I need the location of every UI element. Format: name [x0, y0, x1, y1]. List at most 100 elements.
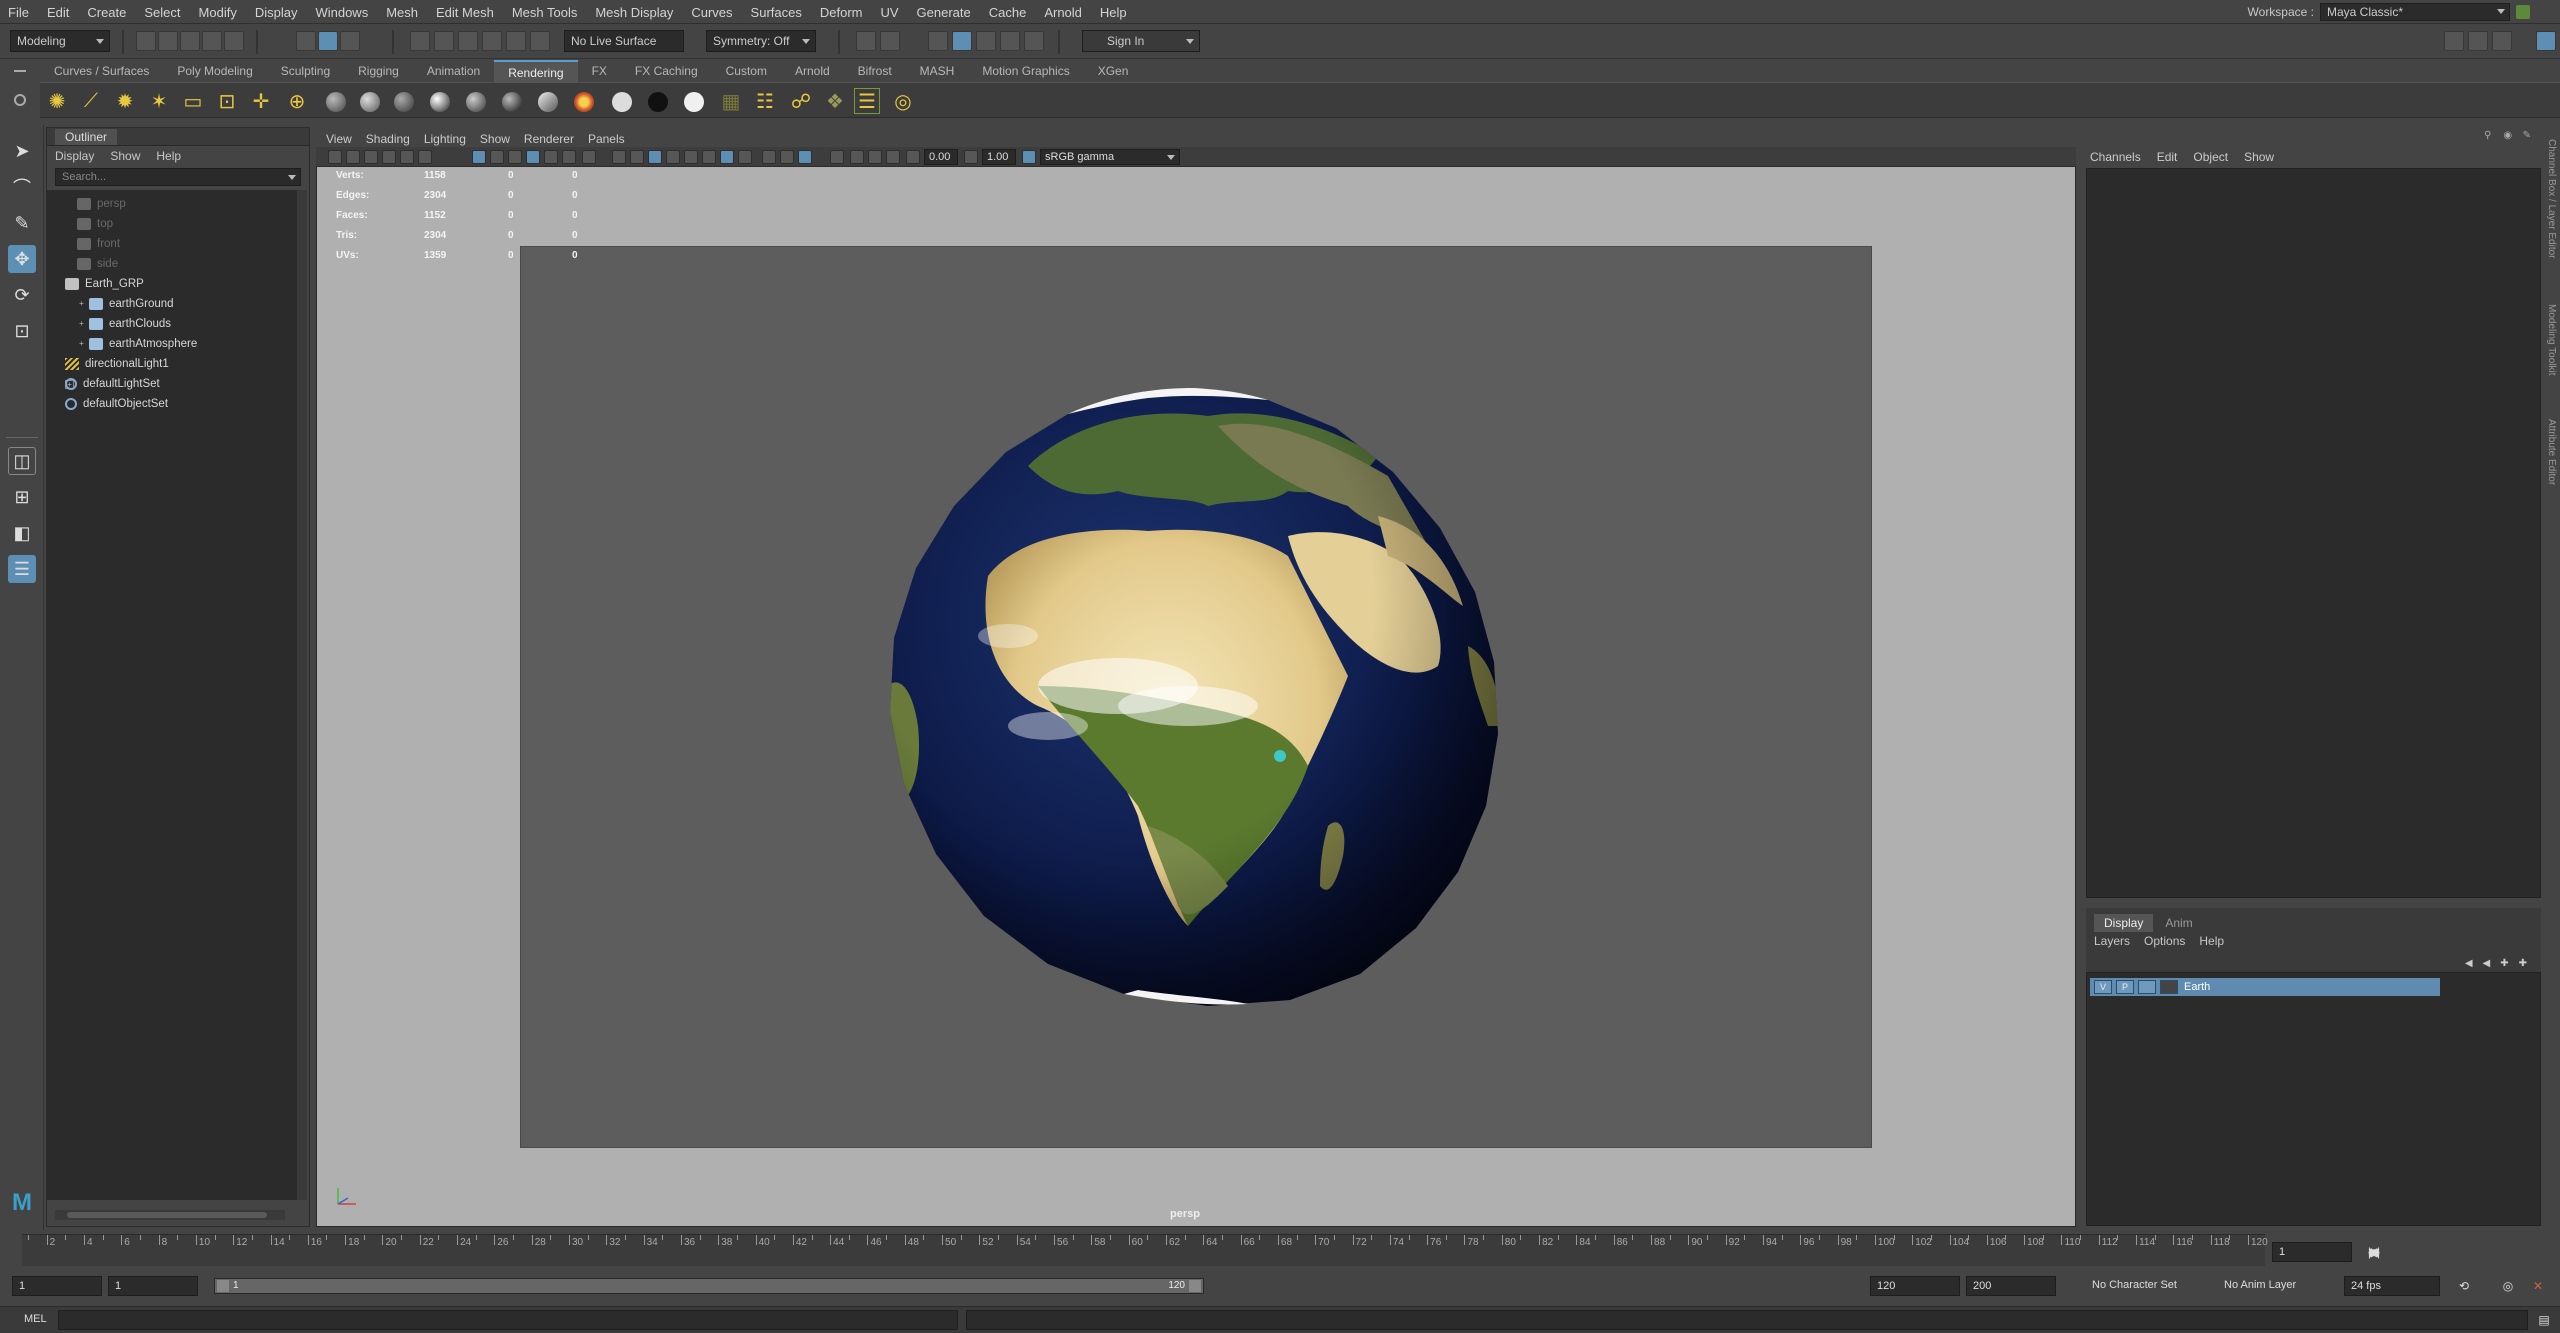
viewport-menu-item[interactable]: View [326, 132, 352, 146]
current-frame-field[interactable]: 1 [2272, 1242, 2352, 1262]
snap-point-icon[interactable] [458, 31, 478, 51]
menu-item[interactable]: Generate [917, 5, 971, 20]
channel-box-menu-item[interactable]: Show [2244, 150, 2274, 164]
new-layer-icon[interactable]: ✚ [2519, 958, 2527, 969]
attribute-editor-icon[interactable] [2492, 31, 2512, 51]
viewport-menu-item[interactable]: Panels [588, 132, 625, 146]
lock-icon[interactable] [2516, 5, 2530, 19]
hypershade-icon[interactable] [952, 31, 972, 51]
backface-culling-icon[interactable] [886, 150, 900, 164]
menu-set-dropdown[interactable]: Modeling [10, 30, 110, 52]
layered-shader-icon[interactable] [538, 92, 558, 112]
menu-item[interactable]: Surfaces [751, 5, 802, 20]
isolate-select-icon[interactable] [830, 150, 844, 164]
menu-item[interactable]: UV [880, 5, 898, 20]
side-tab[interactable]: Attribute Editor [2546, 419, 2557, 485]
two-pane-icon[interactable]: ◧ [8, 519, 36, 547]
select-camera-icon[interactable] [328, 150, 342, 164]
render-frame-icon[interactable] [856, 31, 876, 51]
auto-key-icon[interactable]: ◎ [2500, 1278, 2516, 1294]
bookmarks-icon[interactable] [364, 150, 378, 164]
phong-icon[interactable] [430, 92, 450, 112]
pin-icon[interactable]: ⚲ [2484, 130, 2495, 142]
viewport-menu-item[interactable]: Shading [366, 132, 410, 146]
outliner-item[interactable]: front [77, 234, 120, 254]
shaded-wireframe-icon[interactable] [666, 150, 680, 164]
new-scene-icon[interactable] [136, 31, 156, 51]
outliner-menu-item[interactable]: Display [55, 149, 94, 163]
outliner-item[interactable]: side [77, 254, 118, 274]
paint-select-icon[interactable]: ✎ [8, 209, 36, 237]
exposure-field[interactable]: 0.00 [924, 149, 958, 165]
menu-item[interactable]: Curves [691, 5, 732, 20]
wireframe-icon[interactable] [612, 150, 626, 164]
exposure-icon[interactable] [906, 150, 920, 164]
menu-item[interactable]: Mesh [386, 5, 418, 20]
layer-playback-toggle[interactable]: P [2116, 980, 2134, 994]
viewport-menu-item[interactable]: Renderer [524, 132, 574, 146]
character-set-dropdown[interactable]: No Character Set [2086, 1276, 2198, 1296]
outliner-item[interactable]: Earth_GRP [65, 274, 144, 294]
gamma-field[interactable]: 1.00 [982, 149, 1016, 165]
render-ipr-icon[interactable] [880, 31, 900, 51]
menu-item[interactable]: Mesh Tools [512, 5, 578, 20]
menu-item[interactable]: Help [1100, 5, 1127, 20]
arnold-render-icon[interactable] [1000, 31, 1020, 51]
anim-layer-dropdown[interactable]: No Anim Layer [2218, 1276, 2330, 1296]
outliner-layout-icon[interactable]: ☰ [8, 555, 36, 583]
command-input[interactable] [58, 1310, 958, 1330]
outliner-item[interactable]: directionalLight1 [65, 354, 169, 374]
layer-tab[interactable]: Anim [2155, 914, 2202, 932]
symmetry-dropdown[interactable]: Symmetry: Off [706, 30, 816, 52]
render-view-icon[interactable] [976, 31, 996, 51]
2d-pan-zoom-icon[interactable] [400, 150, 414, 164]
smooth-shade-icon[interactable] [630, 150, 644, 164]
loop-icon[interactable]: ⟲ [2456, 1278, 2472, 1294]
outliner-item[interactable]: earthClouds [89, 314, 171, 334]
spot-light-icon[interactable]: ✶ [146, 88, 172, 114]
menu-item[interactable]: File [8, 5, 29, 20]
directional-light-icon[interactable]: ⟋ [78, 88, 104, 114]
outliner-vertical-scrollbar[interactable] [297, 190, 307, 1200]
outliner-item[interactable]: earthGround [89, 294, 174, 314]
preferences-icon[interactable]: ✕ [2530, 1278, 2546, 1294]
range-end-handle[interactable] [1189, 1280, 1201, 1292]
outliner-item[interactable]: persp [77, 194, 126, 214]
light-editor-icon[interactable]: ❖ [822, 88, 848, 114]
save-scene-icon[interactable] [180, 31, 200, 51]
layer-tab[interactable]: Display [2094, 914, 2154, 932]
depth-of-field-icon[interactable] [798, 150, 812, 164]
film-gate-icon[interactable] [490, 150, 504, 164]
xray-icon[interactable] [850, 150, 864, 164]
render-tasks-icon[interactable]: ☷ [752, 88, 778, 114]
anti-aliasing-icon[interactable] [780, 150, 794, 164]
tree-expander[interactable]: + [77, 320, 86, 329]
shelf-tab[interactable]: Animation [413, 60, 494, 82]
side-tab[interactable]: Channel Box / Layer Editor [2546, 139, 2557, 259]
use-background-icon[interactable] [648, 92, 668, 112]
outliner-menu-item[interactable]: Help [156, 149, 181, 163]
channel-box-menu-item[interactable]: Channels [2090, 150, 2141, 164]
menu-item[interactable]: Windows [315, 5, 368, 20]
point-light-icon[interactable]: ✹ [112, 88, 138, 114]
channel-box-menu-item[interactable]: Edit [2157, 150, 2178, 164]
shelf-tab[interactable]: Bifrost [844, 60, 906, 82]
area-light-icon[interactable]: ▭ [180, 88, 206, 114]
redo-icon[interactable] [224, 31, 244, 51]
live-surface-dropdown[interactable]: No Live Surface [564, 30, 684, 52]
range-slider[interactable]: 1 120 [214, 1278, 1204, 1294]
shelf-tab[interactable]: Arnold [781, 60, 844, 82]
layer-display-type[interactable] [2138, 980, 2156, 994]
phong-e-icon[interactable] [466, 92, 486, 112]
safe-action-icon[interactable] [562, 150, 576, 164]
move-layer-down-icon[interactable]: ◀ [2483, 958, 2491, 969]
script-editor-icon[interactable]: ▤ [2536, 1312, 2552, 1328]
ambient-light-icon[interactable]: ✺ [44, 88, 70, 114]
pause-render-icon[interactable] [1024, 31, 1044, 51]
camera-aim-icon[interactable]: ⊕ [284, 88, 310, 114]
playback-end-field[interactable]: 120 [1870, 1276, 1960, 1296]
gate-mask-icon[interactable] [526, 150, 540, 164]
snap-vertex-icon[interactable] [530, 31, 550, 51]
motion-blur-icon[interactable] [762, 150, 776, 164]
menu-item[interactable]: Mesh Display [595, 5, 673, 20]
